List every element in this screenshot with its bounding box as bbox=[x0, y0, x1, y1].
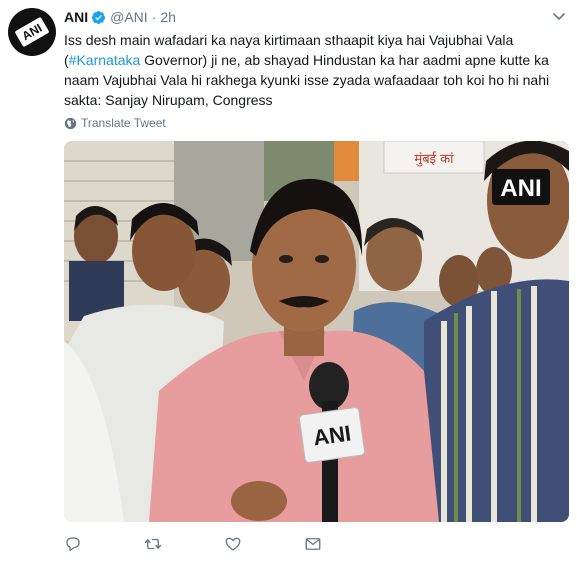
ani-watermark: ANI bbox=[500, 175, 541, 202]
chevron-down-icon[interactable] bbox=[551, 8, 567, 24]
tweet-text: Iss desh main wafadari ka naya kirtimaan… bbox=[64, 30, 564, 110]
tweet-media-photo[interactable]: मुंबई कां ANI ANI bbox=[64, 141, 569, 522]
avatar[interactable]: ANI bbox=[8, 8, 56, 56]
hashtag-link[interactable]: #Karnataka bbox=[69, 52, 141, 68]
author-name[interactable]: ANI bbox=[64, 9, 88, 25]
envelope-icon bbox=[305, 538, 321, 550]
translate-tweet-button[interactable]: Translate Tweet bbox=[64, 116, 166, 130]
tweet-timestamp[interactable]: 2h bbox=[160, 9, 176, 25]
translate-tweet-label: Translate Tweet bbox=[81, 116, 166, 130]
mic-logo-text: ANI bbox=[312, 420, 353, 450]
photo-scene: मुंबई कां ANI ANI bbox=[64, 141, 569, 522]
verified-badge-icon bbox=[92, 10, 106, 24]
separator-dot: · bbox=[151, 9, 157, 25]
retweet-icon bbox=[144, 538, 162, 550]
tweet-actions bbox=[64, 532, 384, 556]
heart-icon bbox=[225, 537, 241, 551]
retweet-button[interactable] bbox=[144, 532, 224, 556]
author-handle[interactable]: @ANI bbox=[110, 9, 148, 25]
direct-message-button[interactable] bbox=[304, 532, 384, 556]
reply-button[interactable] bbox=[64, 532, 144, 556]
like-button[interactable] bbox=[224, 532, 304, 556]
tweet-header: ANI @ANI · 2h bbox=[64, 9, 176, 25]
ani-logo-icon: ANI bbox=[15, 17, 49, 47]
globe-icon bbox=[64, 117, 77, 129]
shop-sign-text: मुंबई कां bbox=[414, 151, 454, 167]
reply-icon bbox=[66, 537, 80, 552]
